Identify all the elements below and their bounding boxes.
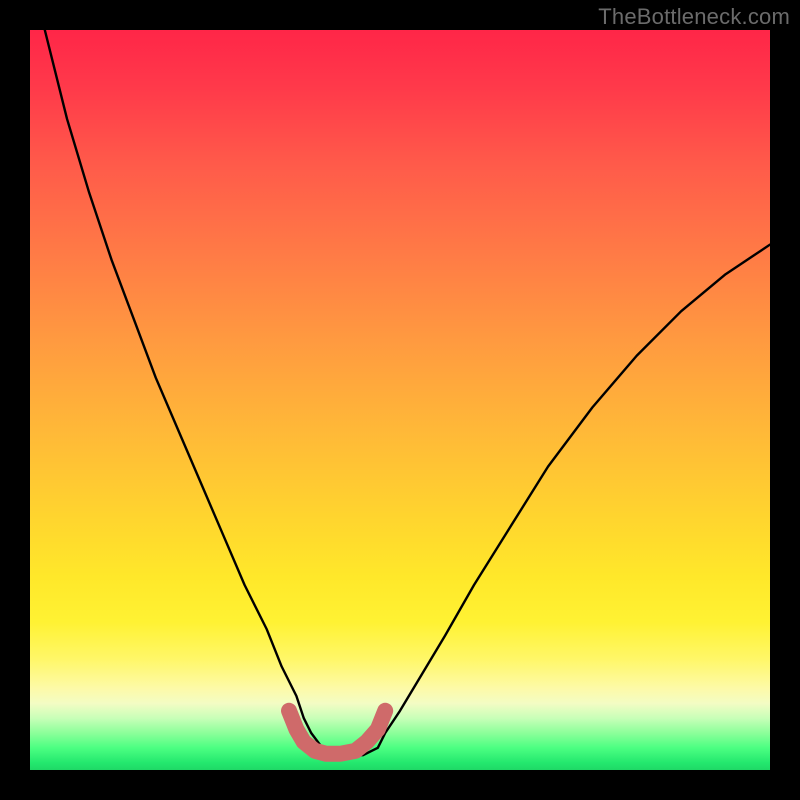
chart-plot-area bbox=[30, 30, 770, 770]
chart-svg bbox=[30, 30, 770, 770]
chart-frame: TheBottleneck.com bbox=[0, 0, 800, 800]
bottleneck-curve bbox=[45, 30, 770, 755]
watermark-text: TheBottleneck.com bbox=[598, 4, 790, 30]
